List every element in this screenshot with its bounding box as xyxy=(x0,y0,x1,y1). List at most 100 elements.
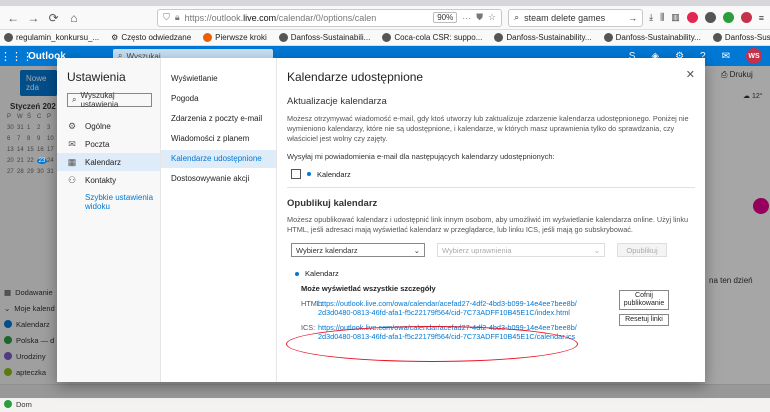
mini-calendar-day[interactable]: 2 xyxy=(37,125,47,131)
subnav-customize-actions[interactable]: Dostosowywanie akcji xyxy=(161,170,276,188)
bookmark-star-icon[interactable]: ☆ xyxy=(488,12,496,23)
subnav-display[interactable]: Wyświetlanie xyxy=(161,70,276,88)
divider xyxy=(287,187,695,188)
subnav-schedule-messages[interactable]: Wiadomości z planem xyxy=(161,130,276,148)
mini-calendar-day[interactable]: 8 xyxy=(27,136,37,142)
mini-calendar-day[interactable]: Ś xyxy=(27,114,37,120)
notify-checkbox[interactable] xyxy=(291,169,301,179)
bookmark-item[interactable]: Danfoss-Sustainability... xyxy=(713,33,770,42)
reset-links-button[interactable]: Resetuj linki xyxy=(619,314,669,326)
ics-link[interactable]: https://outlook.live.com/owa/calendar/ac… xyxy=(318,323,578,341)
mini-calendar-day[interactable]: 7 xyxy=(17,136,27,142)
sidebar-icon[interactable]: ▥ xyxy=(671,12,680,23)
mail-icon: ✉ xyxy=(67,139,77,150)
settings-nav-general[interactable]: ⚙Ogólne xyxy=(57,117,160,135)
mini-calendar-day[interactable]: 23 xyxy=(37,158,47,164)
settings-title: Ustawienia xyxy=(57,70,160,84)
mini-calendar-day[interactable]: W xyxy=(17,114,27,120)
menu-icon[interactable]: ≡ xyxy=(759,13,764,23)
extension-icon[interactable] xyxy=(705,12,716,23)
megaphone-icon[interactable]: ✉ xyxy=(722,51,730,62)
notify-calendar-option[interactable]: Kalendarz xyxy=(291,169,695,179)
publish-actions: Cofnij publikowanie Resetuj linki xyxy=(619,290,669,326)
mini-calendar-day[interactable]: 30 xyxy=(37,169,47,175)
updates-heading: Aktualizacje kalendarza xyxy=(287,96,695,107)
close-icon[interactable]: ✕ xyxy=(686,68,695,81)
settings-nav-calendar[interactable]: ▦Kalendarz xyxy=(57,153,160,171)
globe-icon xyxy=(604,33,613,42)
mini-calendar-day[interactable]: 31 xyxy=(47,169,57,175)
mini-calendar-day[interactable]: 10 xyxy=(47,136,57,142)
mini-calendar: PWŚCP30311236789101314151617202122232427… xyxy=(7,114,57,175)
reload-icon[interactable]: ⟳ xyxy=(47,10,61,26)
mini-calendar-day[interactable]: 3 xyxy=(47,125,57,131)
mini-calendar-day[interactable]: 27 xyxy=(7,169,17,175)
calendar-color-dot xyxy=(4,400,12,408)
publish-controls: Wybierz kalendarz⌄ Wybierz uprawnienia⌄ … xyxy=(291,243,695,257)
updates-description: Możesz otrzymywać wiadomość e-mail, gdy … xyxy=(287,114,695,144)
mini-calendar-day[interactable]: 6 xyxy=(7,136,17,142)
subnav-email-events[interactable]: Zdarzenia z poczty e-mail xyxy=(161,110,276,128)
mini-calendar-day[interactable]: 13 xyxy=(7,147,17,153)
browser-search-field[interactable]: ⌕ steam delete games → xyxy=(508,9,643,27)
settings-dialog: Ustawienia ⌕ Wyszukaj ustawienia ⚙Ogólne… xyxy=(57,58,705,382)
forward-icon[interactable]: → xyxy=(26,10,40,26)
bookmark-item[interactable]: Danfoss-Sustainabili... xyxy=(279,33,371,42)
avatar[interactable]: WS xyxy=(746,48,762,64)
mini-calendar-day[interactable]: C xyxy=(37,114,47,120)
unpublish-button[interactable]: Cofnij publikowanie xyxy=(619,290,669,310)
html-link[interactable]: https://outlook.live.com/owa/calendar/ac… xyxy=(318,299,578,317)
extension-icon[interactable] xyxy=(687,12,698,23)
mini-calendar-day[interactable]: 17 xyxy=(47,147,57,153)
bookmark-item[interactable]: Pierwsze kroki xyxy=(203,33,267,42)
panel-title: Kalendarze udostępnione xyxy=(287,70,695,84)
mini-calendar-day[interactable]: 15 xyxy=(27,147,37,153)
settings-search-input[interactable]: ⌕ Wyszukaj ustawienia xyxy=(67,93,152,107)
mini-calendar-day[interactable]: 31 xyxy=(17,125,27,131)
shield-icon: ⛉ xyxy=(163,12,170,23)
subnav-shared-calendars[interactable]: Kalendarze udostępnione xyxy=(161,150,276,168)
mini-calendar-day[interactable]: P xyxy=(7,114,17,120)
extension-icon[interactable] xyxy=(723,12,734,23)
home-icon[interactable]: ⌂ xyxy=(67,10,81,26)
mini-calendar-day[interactable]: 24 xyxy=(47,158,57,164)
mini-calendar-day[interactable]: 16 xyxy=(37,147,47,153)
url-bar[interactable]: ⛉ 🔒︎ https://outlook.live.com/calendar/0… xyxy=(157,9,502,27)
mini-calendar-day[interactable]: 14 xyxy=(17,147,27,153)
pocket-icon[interactable]: ⛊ xyxy=(476,12,483,23)
go-arrow-icon[interactable]: → xyxy=(628,13,637,23)
mini-calendar-day[interactable]: 9 xyxy=(37,136,47,142)
calendar-list-item[interactable]: Dom xyxy=(4,396,55,412)
subnav-weather[interactable]: Pogoda xyxy=(161,90,276,108)
extension-icon[interactable] xyxy=(741,12,752,23)
mini-calendar-day[interactable]: 28 xyxy=(17,169,27,175)
globe-icon xyxy=(279,33,288,42)
settings-nav-mail[interactable]: ✉Poczta xyxy=(57,135,160,153)
mini-calendar-day[interactable]: 29 xyxy=(27,169,37,175)
app-launcher-icon[interactable]: ⋮⋮⋮ xyxy=(0,50,22,63)
zoom-level[interactable]: 90% xyxy=(433,12,457,23)
mini-calendar-day[interactable]: 30 xyxy=(7,125,17,131)
mini-calendar-day[interactable]: P xyxy=(47,114,57,120)
settings-nav-contacts[interactable]: ⚇Kontakty xyxy=(57,171,160,189)
mini-calendar-day[interactable]: 22 xyxy=(27,158,37,164)
more-actions-icon[interactable]: ··· xyxy=(462,13,471,23)
lock-icon: 🔒︎ xyxy=(175,12,180,23)
bookmark-item[interactable]: Coca-cola CSR: suppo... xyxy=(382,33,482,42)
bookmark-item[interactable]: ⚙Często odwiedzane xyxy=(111,33,191,42)
html-label: HTML: xyxy=(301,299,318,317)
publish-description: Możesz opublikować kalendarz i udostępni… xyxy=(287,215,695,235)
mini-calendar-day[interactable]: 20 xyxy=(7,158,17,164)
mini-calendar-day[interactable]: 1 xyxy=(27,125,37,131)
library-icon[interactable]: ⫼ xyxy=(660,12,664,23)
calendar-select[interactable]: Wybierz kalendarz⌄ xyxy=(291,243,425,257)
download-icon[interactable]: ⤓ xyxy=(649,12,653,23)
bookmark-item[interactable]: Danfoss-Sustainability... xyxy=(604,33,701,42)
publish-heading: Opublikuj kalendarz xyxy=(287,198,695,209)
bookmark-item[interactable]: regulamin_konkursu_... xyxy=(4,33,99,42)
bookmark-item[interactable]: Danfoss-Sustainability... xyxy=(494,33,591,42)
back-icon[interactable]: ← xyxy=(6,10,20,26)
quick-settings-link[interactable]: Szybkie ustawienia widoku xyxy=(57,189,157,211)
bookmarks-bar: regulamin_konkursu_... ⚙Często odwiedzan… xyxy=(0,30,770,46)
mini-calendar-day[interactable]: 21 xyxy=(17,158,27,164)
